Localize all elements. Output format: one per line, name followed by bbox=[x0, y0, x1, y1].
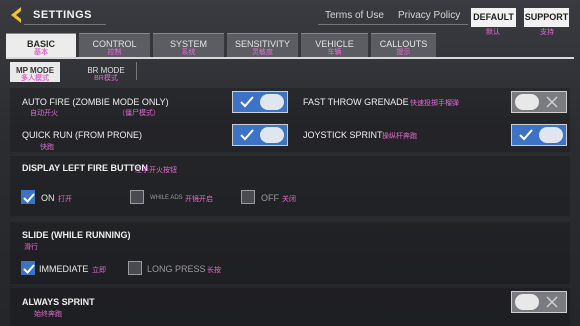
auto-fire-sub-mode: （僵尸模式） bbox=[118, 110, 160, 117]
mode-mp[interactable]: MP MODE 多人模式 bbox=[10, 62, 60, 82]
tab-sensitivity-sub: 灵敏度 bbox=[252, 49, 273, 56]
check-icon bbox=[519, 129, 533, 141]
left-fire-while-ads-checkbox[interactable] bbox=[130, 190, 144, 204]
close-icon bbox=[546, 296, 558, 308]
tab-callouts-sub: 提示 bbox=[396, 49, 411, 56]
tab-control-label: CONTROL bbox=[92, 39, 137, 49]
joystick-sprint-sub: 操纵杆奔跑 bbox=[382, 133, 417, 140]
tab-system[interactable]: SYSTEM 系统 bbox=[153, 33, 224, 57]
check-icon bbox=[240, 129, 254, 141]
slide-title: SLIDE (WHILE RUNNING) bbox=[22, 230, 131, 240]
left-fire-off-sub: 关闭 bbox=[282, 196, 296, 203]
tab-control-sub: 控制 bbox=[107, 49, 122, 56]
left-fire-off-checkbox[interactable] bbox=[241, 190, 255, 204]
support-button-sub: 支持 bbox=[540, 29, 554, 36]
mode-mp-label: MP MODE bbox=[15, 66, 55, 75]
close-icon bbox=[546, 96, 558, 108]
check-icon bbox=[23, 193, 35, 203]
left-fire-on-sub: 打开 bbox=[58, 196, 72, 203]
top-bar: SETTINGS Terms of Use Privacy Policy DEF… bbox=[0, 0, 580, 36]
tab-system-sub: 系统 bbox=[181, 49, 196, 56]
left-fire-while-ads-sub: 开镜开启 bbox=[185, 196, 213, 203]
auto-fire-sub: 自动开火 bbox=[30, 110, 58, 117]
toggle-knob bbox=[515, 94, 539, 110]
tab-callouts-label: CALLOUTS bbox=[379, 39, 428, 49]
auto-fire-toggle[interactable] bbox=[232, 91, 288, 113]
tab-vehicle[interactable]: VEHICLE 车辆 bbox=[301, 33, 368, 57]
slide-title-sub: 滑行 bbox=[24, 244, 38, 251]
left-fire-title: DISPLAY LEFT FIRE BUTTON bbox=[22, 163, 148, 173]
slide-immediate-checkbox[interactable] bbox=[21, 261, 35, 275]
always-sprint-panel bbox=[10, 288, 570, 326]
tab-basic-label: BASIC bbox=[26, 39, 55, 49]
fast-throw-toggle[interactable] bbox=[511, 91, 567, 113]
left-fire-while-ads-label: WHILE ADS bbox=[150, 195, 183, 201]
support-button[interactable]: SUPPORT bbox=[524, 8, 569, 27]
mode-separator bbox=[136, 62, 137, 80]
left-fire-title-sub: 左手开火按钮 bbox=[135, 167, 177, 174]
terms-of-use-link[interactable]: Terms of Use bbox=[325, 10, 384, 21]
toggle-knob bbox=[515, 294, 539, 310]
always-sprint-toggle[interactable] bbox=[511, 291, 567, 313]
tab-basic-sub: 基本 bbox=[34, 49, 48, 56]
default-button-sub: 默认 bbox=[486, 29, 500, 36]
fast-throw-label: FAST THROW GRENADE bbox=[303, 97, 409, 107]
slide-long-press-checkbox[interactable] bbox=[128, 261, 142, 275]
tab-control[interactable]: CONTROL 控制 bbox=[79, 33, 150, 57]
joystick-sprint-toggle[interactable] bbox=[511, 124, 567, 146]
always-sprint-sub: 始终奔跑 bbox=[34, 311, 62, 318]
slide-immediate-sub: 立即 bbox=[92, 267, 106, 274]
tab-system-label: SYSTEM bbox=[169, 39, 207, 49]
left-fire-on-label: ON bbox=[41, 193, 55, 203]
always-sprint-label: ALWAYS SPRINT bbox=[22, 297, 95, 307]
back-chevron-icon[interactable] bbox=[8, 6, 24, 24]
tab-vehicle-label: VEHICLE bbox=[315, 39, 354, 49]
quick-run-label: QUICK RUN (FROM PRONE) bbox=[22, 130, 142, 140]
toggle-knob bbox=[260, 127, 284, 143]
slide-long-press-sub: 长按 bbox=[207, 267, 221, 274]
privacy-policy-link[interactable]: Privacy Policy bbox=[398, 10, 460, 21]
left-fire-off-label: OFF bbox=[261, 193, 279, 203]
settings-tabs: BASIC 基本 CONTROL 控制 SYSTEM 系统 SENSITIVIT… bbox=[6, 33, 436, 57]
mode-br-label: BR MODE bbox=[87, 66, 125, 75]
tab-divider bbox=[6, 57, 574, 59]
left-fire-on-checkbox[interactable] bbox=[21, 190, 35, 204]
quick-run-sub: 快跑 bbox=[40, 144, 54, 151]
default-button[interactable]: DEFAULT bbox=[471, 8, 516, 27]
tab-sensitivity[interactable]: SENSITIVITY 灵敏度 bbox=[227, 33, 298, 57]
toggle-knob bbox=[539, 127, 563, 143]
auto-fire-label: AUTO FIRE (ZOMBIE MODE ONLY) bbox=[22, 97, 169, 107]
check-icon bbox=[23, 264, 35, 274]
fast-throw-sub: 快速投掷手榴弹 bbox=[410, 100, 459, 107]
mode-br-sub: BR模式 bbox=[94, 75, 118, 82]
slide-long-press-label: LONG PRESS bbox=[147, 264, 206, 274]
tab-vehicle-sub: 车辆 bbox=[327, 49, 342, 56]
mode-br[interactable]: BR MODE BR模式 bbox=[80, 62, 132, 82]
toggle-knob bbox=[260, 94, 284, 110]
tab-sensitivity-label: SENSITIVITY bbox=[234, 39, 290, 49]
check-icon bbox=[240, 96, 254, 108]
mode-mp-sub: 多人模式 bbox=[21, 75, 49, 82]
tab-basic[interactable]: BASIC 基本 bbox=[6, 33, 76, 57]
tab-callouts[interactable]: CALLOUTS 提示 bbox=[371, 33, 436, 57]
slide-immediate-label: IMMEDIATE bbox=[39, 264, 89, 274]
links-underline bbox=[318, 24, 468, 25]
quick-run-toggle[interactable] bbox=[232, 124, 288, 146]
title-underline bbox=[24, 24, 106, 25]
page-title: SETTINGS bbox=[33, 9, 93, 21]
joystick-sprint-label: JOYSTICK SPRINT bbox=[303, 130, 383, 140]
